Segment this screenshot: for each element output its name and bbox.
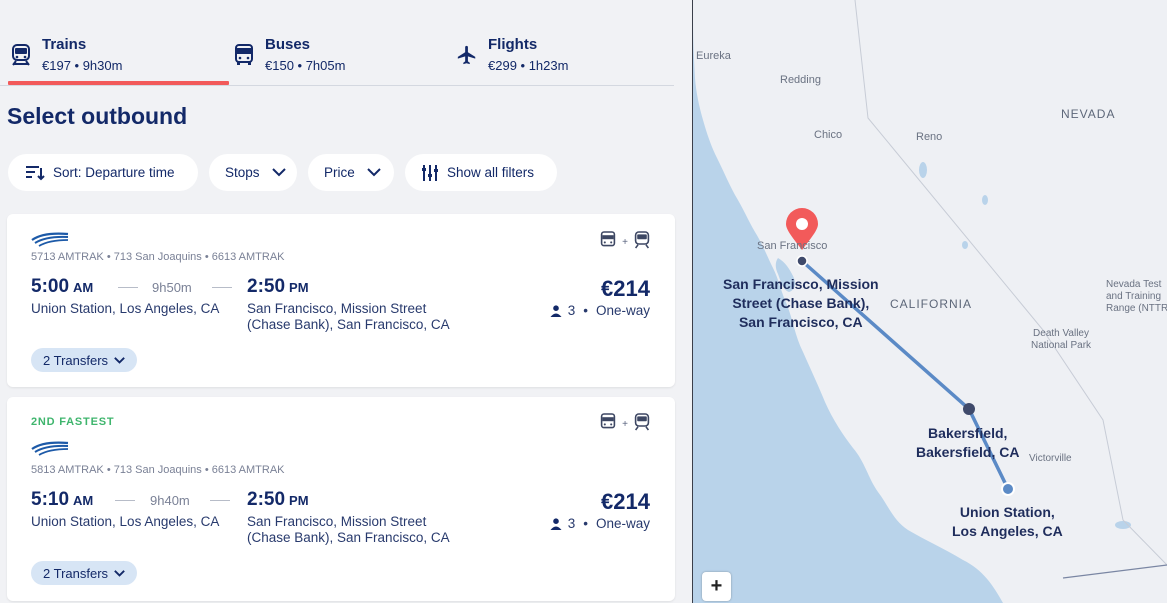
map-label-nevada: NEVADA <box>1061 107 1116 121</box>
results-panel: Trains €197 • 9h30m Buses €150 • 7h05m F… <box>0 0 692 603</box>
transport-tabs: Trains €197 • 9h30m Buses €150 • 7h05m F… <box>0 28 674 86</box>
tab-summary: €197 • 9h30m <box>42 58 123 73</box>
plus-separator: + <box>622 419 628 430</box>
map-label-california: CALIFORNIA <box>890 297 973 311</box>
chevron-down-icon <box>114 569 125 577</box>
lake <box>1115 521 1131 529</box>
separator: • <box>583 516 588 531</box>
route-map[interactable]: Eureka Redding Chico Reno NEVADA San Fra… <box>693 0 1167 603</box>
lake <box>962 241 968 249</box>
separator: • <box>583 303 588 318</box>
route-stop[interactable] <box>796 255 808 267</box>
map-label-death-valley: Death Valley National Park <box>1031 328 1092 351</box>
duration: 9h40m <box>150 493 190 508</box>
passenger-count: 3 <box>567 516 576 531</box>
origin-station: Union Station, Los Angeles, CA <box>31 514 220 529</box>
passenger-info: 3 • One-way <box>550 303 650 318</box>
map-label-victorville: Victorville <box>1029 453 1072 464</box>
amtrak-logo-icon <box>31 232 69 247</box>
person-icon <box>550 517 562 530</box>
transport-modes: + <box>600 231 650 254</box>
map-station-los-angeles: Union Station, Los Angeles, CA <box>952 504 1063 539</box>
train-numbers: 5813 AMTRAK • 713 San Joaquins • 6613 AM… <box>31 464 285 476</box>
tab-summary: €150 • 7h05m <box>265 58 346 73</box>
transfers-toggle[interactable]: 2 Transfers <box>31 348 138 372</box>
page-title: Select outbound <box>7 103 188 129</box>
bus-icon <box>231 42 257 68</box>
route-stop[interactable] <box>1001 482 1015 496</box>
train-icon <box>8 42 34 68</box>
price-filter[interactable]: Price <box>308 154 394 191</box>
map-station-san-francisco: San Francisco, Mission Street (Chase Ban… <box>723 276 879 330</box>
plane-icon <box>454 42 480 68</box>
origin-station: Union Station, Los Angeles, CA <box>31 301 220 316</box>
tab-title: Flights <box>488 36 538 53</box>
result-card[interactable]: 2ND FASTEST 5813 AMTRAK • 713 San Joaqui… <box>7 397 675 601</box>
map-label-san-francisco: San Francisco <box>757 240 828 252</box>
map-label-nevada-test: Nevada Test and Training Range (NTTR <box>1106 279 1167 314</box>
show-all-filters-button[interactable]: Show all filters <box>405 154 557 191</box>
stops-label: Stops <box>225 165 260 180</box>
destination-station: San Francisco, Mission Street (Chase Ban… <box>247 514 450 545</box>
map-label-reno: Reno <box>916 131 943 143</box>
departure-time: 5:00 AM <box>31 276 94 297</box>
tab-title: Buses <box>265 36 311 53</box>
tab-buses[interactable]: Buses €150 • 7h05m <box>231 28 452 86</box>
passenger-info: 3 • One-way <box>550 516 650 531</box>
chevron-down-icon <box>367 168 381 177</box>
lake <box>919 162 927 178</box>
zoom-in-button[interactable]: + <box>702 572 731 601</box>
stops-filter[interactable]: Stops <box>209 154 297 191</box>
transport-modes: + <box>600 413 650 436</box>
duration: 9h50m <box>152 280 192 295</box>
active-tab-indicator <box>8 81 229 85</box>
tab-title: Trains <box>42 36 87 53</box>
result-card[interactable]: 5713 AMTRAK • 713 San Joaquins • 6613 AM… <box>7 214 675 387</box>
lake <box>982 195 988 205</box>
plus-separator: + <box>622 237 628 248</box>
show-all-filters-label: Show all filters <box>447 165 535 180</box>
destination-station: San Francisco, Mission Street (Chase Ban… <box>247 301 450 332</box>
sort-button[interactable]: Sort: Departure time <box>8 154 198 191</box>
transfers-label: 2 Transfers <box>43 352 109 368</box>
divider <box>118 287 138 288</box>
divider <box>210 500 230 501</box>
trip-type: One-way <box>595 516 650 531</box>
price: €214 <box>601 489 650 514</box>
sort-icon <box>25 165 45 181</box>
tab-flights[interactable]: Flights €299 • 1h23m <box>454 28 675 86</box>
passenger-count: 3 <box>567 303 576 318</box>
bus-icon <box>600 413 616 436</box>
sort-label: Sort: Departure time <box>53 165 175 180</box>
transfers-toggle[interactable]: 2 Transfers <box>31 561 138 585</box>
tab-trains[interactable]: Trains €197 • 9h30m <box>8 28 229 86</box>
amtrak-logo-icon <box>31 441 69 456</box>
arrival-time: 2:50 PM <box>247 276 309 297</box>
divider <box>212 287 232 288</box>
map-label-eureka: Eureka <box>696 50 731 62</box>
map-label-chico: Chico <box>814 129 843 141</box>
map-label-redding: Redding <box>780 74 821 86</box>
train-icon <box>634 413 650 436</box>
chevron-down-icon <box>271 168 286 177</box>
arrival-time: 2:50 PM <box>247 489 309 510</box>
train-numbers: 5713 AMTRAK • 713 San Joaquins • 6613 AM… <box>31 251 285 263</box>
chevron-down-icon <box>114 356 125 364</box>
divider <box>115 500 135 501</box>
departure-time: 5:10 AM <box>31 489 94 510</box>
bus-icon <box>600 231 616 254</box>
price: €214 <box>601 276 650 301</box>
fastest-badge: 2ND FASTEST <box>31 416 115 428</box>
tab-summary: €299 • 1h23m <box>488 58 569 73</box>
person-icon <box>550 304 562 317</box>
transfers-label: 2 Transfers <box>43 565 109 581</box>
map-station-bakersfield: Bakersfield, Bakersfield, CA <box>916 425 1020 460</box>
trip-type: One-way <box>595 303 650 318</box>
sliders-icon <box>421 164 439 182</box>
train-icon <box>634 231 650 254</box>
route-stop[interactable] <box>963 403 975 415</box>
price-label: Price <box>324 165 355 180</box>
